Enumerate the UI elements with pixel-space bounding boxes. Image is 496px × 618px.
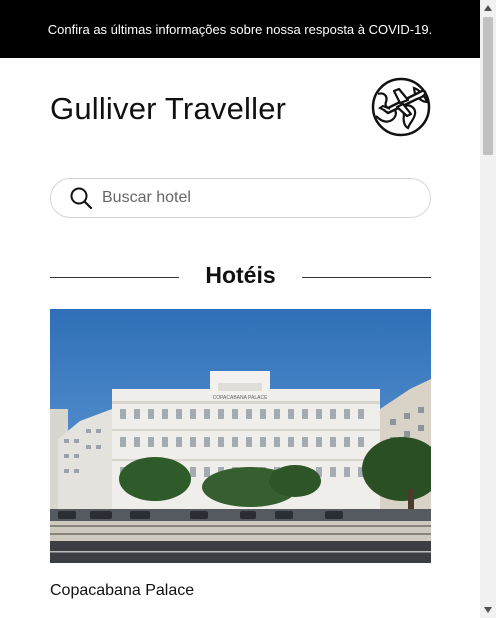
site-header: Gulliver Traveller — [50, 58, 431, 158]
hotel-photo-image[interactable]: COPACABANA PALACE — [50, 309, 431, 563]
hotel-photo-sign: COPACABANA PALACE — [213, 395, 268, 401]
covid-banner-text[interactable]: Confira as últimas informações sobre nos… — [48, 22, 432, 37]
site-title[interactable]: Gulliver Traveller — [50, 91, 286, 127]
section-divider-right — [301, 276, 432, 278]
hotel-name[interactable]: Copacabana Palace — [50, 582, 194, 600]
scroll-up-arrow-icon[interactable] — [480, 0, 496, 16]
main-content: Gulliver Traveller Hotéis — [50, 58, 432, 599]
section-divider-left — [50, 276, 180, 278]
vertical-scrollbar[interactable] — [480, 0, 496, 618]
scrollbar-thumb[interactable] — [483, 17, 493, 155]
section-title: Hotéis — [205, 261, 276, 288]
scroll-down-arrow-icon[interactable] — [480, 602, 496, 618]
globe-plane-icon[interactable] — [370, 76, 432, 138]
hotel-card-photo[interactable]: COPACABANA PALACE — [50, 309, 431, 563]
hotels-section-header: Hotéis — [50, 258, 432, 292]
search-input[interactable] — [102, 189, 402, 207]
search-box[interactable] — [50, 178, 431, 218]
search-icon[interactable] — [69, 186, 93, 210]
covid-banner[interactable]: Confira as últimas informações sobre nos… — [0, 0, 480, 58]
